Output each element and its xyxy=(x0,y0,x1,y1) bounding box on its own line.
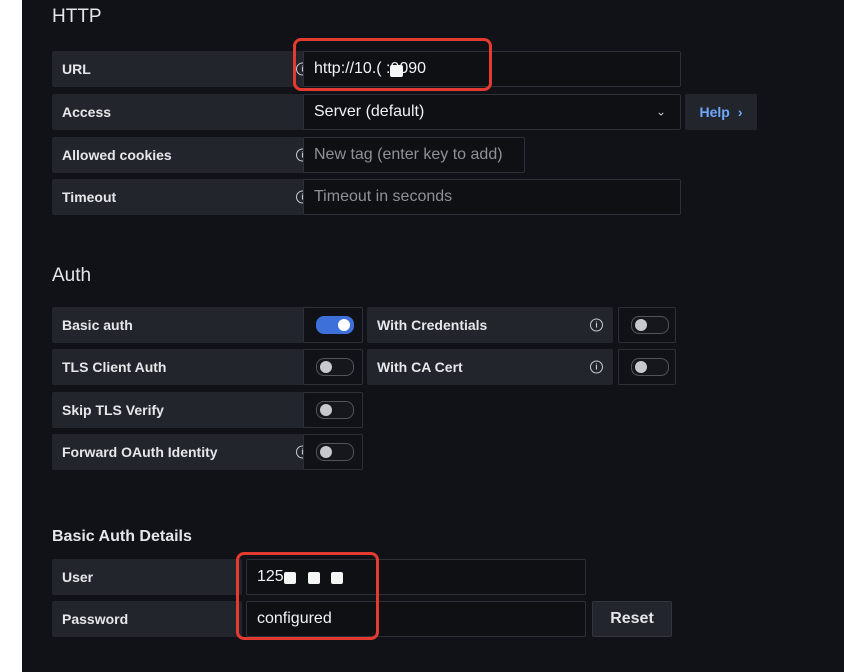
forward-oauth-label: Forward OAuth Identity i xyxy=(52,434,319,470)
forward-oauth-label-text: Forward OAuth Identity xyxy=(62,444,218,460)
basic-auth-label: Basic auth xyxy=(52,307,319,343)
tls-client-auth-label-text: TLS Client Auth xyxy=(62,359,167,375)
http-section-title: HTTP xyxy=(52,6,102,27)
url-label-text: URL xyxy=(62,61,91,77)
auth-details-annotation-box xyxy=(236,552,379,640)
help-label: Help xyxy=(699,104,730,120)
access-select[interactable]: Server (default) ⌄ xyxy=(303,94,681,130)
with-credentials-label-text: With Credentials xyxy=(377,317,488,333)
password-label-text: Password xyxy=(62,611,129,627)
password-label: Password xyxy=(52,601,242,637)
allowed-cookies-input[interactable]: New tag (enter key to add) xyxy=(303,137,525,173)
settings-panel: HTTP URL i http://10.( :9090 Access Serv… xyxy=(22,0,844,672)
toggle-knob xyxy=(635,361,647,373)
allowed-cookies-label-text: Allowed cookies xyxy=(62,147,172,163)
basic-auth-label-text: Basic auth xyxy=(62,317,133,333)
timeout-label-text: Timeout xyxy=(62,189,117,205)
access-label: Access xyxy=(52,94,319,130)
timeout-label: Timeout i xyxy=(52,179,319,215)
info-circle-icon: i xyxy=(590,360,603,374)
with-credentials-toggle-cell xyxy=(618,307,676,343)
toggle-knob xyxy=(635,319,647,331)
info-circle-icon: i xyxy=(590,318,603,332)
basic-auth-toggle-cell xyxy=(303,307,363,343)
skip-tls-verify-label-text: Skip TLS Verify xyxy=(62,402,164,418)
basic-auth-details-title: Basic Auth Details xyxy=(52,528,192,545)
user-label-text: User xyxy=(62,569,94,585)
skip-tls-verify-label: Skip TLS Verify xyxy=(52,392,319,428)
reset-button[interactable]: Reset xyxy=(592,601,672,637)
help-button[interactable]: Help › xyxy=(685,94,757,130)
with-ca-cert-toggle[interactable] xyxy=(631,358,669,376)
toggle-knob xyxy=(338,319,350,331)
tls-client-auth-toggle[interactable] xyxy=(316,358,354,376)
basic-auth-toggle[interactable] xyxy=(316,316,354,334)
url-annotation-box xyxy=(293,38,492,91)
user-label: User xyxy=(52,559,242,595)
skip-tls-verify-toggle-cell xyxy=(303,392,363,428)
forward-oauth-toggle[interactable] xyxy=(316,443,354,461)
timeout-placeholder: Timeout in seconds xyxy=(314,188,453,205)
url-label: URL i xyxy=(52,51,319,87)
access-value: Server (default) xyxy=(314,103,425,120)
tls-client-auth-label: TLS Client Auth xyxy=(52,349,319,385)
with-ca-cert-label-text: With CA Cert xyxy=(377,359,463,375)
chevron-right-icon: › xyxy=(737,104,743,120)
auth-section-title: Auth xyxy=(52,265,92,286)
toggle-knob xyxy=(320,361,332,373)
allowed-cookies-label: Allowed cookies i xyxy=(52,137,319,173)
forward-oauth-toggle-cell xyxy=(303,434,363,470)
chevron-down-icon: ⌄ xyxy=(655,104,666,119)
toggle-knob xyxy=(320,446,332,458)
with-ca-cert-label: With CA Cert i xyxy=(367,349,613,385)
timeout-input[interactable]: Timeout in seconds xyxy=(303,179,681,215)
toggle-knob xyxy=(320,404,332,416)
with-credentials-toggle[interactable] xyxy=(631,316,669,334)
tls-client-auth-toggle-cell xyxy=(303,349,363,385)
skip-tls-verify-toggle[interactable] xyxy=(316,401,354,419)
allowed-cookies-placeholder: New tag (enter key to add) xyxy=(314,146,503,163)
reset-label: Reset xyxy=(610,610,654,627)
with-ca-cert-toggle-cell xyxy=(618,349,676,385)
access-label-text: Access xyxy=(62,104,112,120)
with-credentials-label: With Credentials i xyxy=(367,307,613,343)
